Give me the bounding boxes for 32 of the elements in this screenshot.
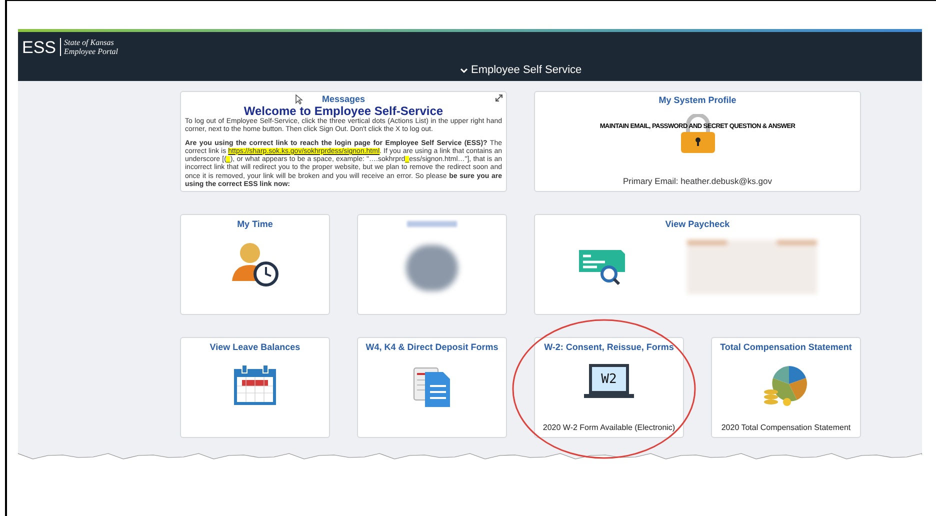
primary-email: Primary Email: heather.debusk@ks.gov xyxy=(623,175,772,188)
messages-heading: Welcome to Employee Self-Service xyxy=(244,105,444,118)
app-tile[interactable]: My Time xyxy=(180,214,330,315)
messages-tile[interactable] xyxy=(180,91,507,192)
logo-text: ESS xyxy=(22,38,56,56)
blurred-image xyxy=(406,245,458,291)
cursor-icon xyxy=(295,94,303,105)
nav-dropdown[interactable]: Employee Self Service xyxy=(460,65,582,76)
person-clock-icon xyxy=(230,241,280,287)
app-tile[interactable]: W4, K4 & Direct Deposit Forms xyxy=(357,337,507,438)
tile-footer: 2020 Total Compensation Statement xyxy=(721,422,851,434)
tile-title: Total Compensation Statement xyxy=(720,342,852,353)
blurred-title xyxy=(407,221,457,227)
expand-icon[interactable] xyxy=(495,94,503,102)
check-magnifier-icon xyxy=(578,248,626,286)
tile-title: W-2: Consent, Reissue, Forms xyxy=(544,342,674,353)
blurred-tile[interactable] xyxy=(357,214,507,315)
app-tile[interactable]: View Leave Balances xyxy=(180,337,330,438)
tile-title: View Paycheck xyxy=(665,219,730,230)
calendar-icon xyxy=(233,364,277,406)
tile-title: W4, K4 & Direct Deposit Forms xyxy=(366,342,498,353)
app-tile[interactable]: W-2: Consent, Reissue, Forms W2 2020 W-2 Form Available (Electronic) xyxy=(534,337,684,438)
app-tile[interactable]: Total Compensation Statement 2020 Total Compensation Statement xyxy=(711,337,861,438)
org-name: State of Kansas xyxy=(64,38,115,47)
tile-title: Messages xyxy=(322,94,366,105)
tile-title: My System Profile xyxy=(658,95,736,106)
tile-footer: 2020 W-2 Form Available (Electronic) xyxy=(542,422,676,434)
tile-title: My Time xyxy=(237,219,273,230)
tile-title: View Leave Balances xyxy=(210,342,300,353)
chevron-down-icon xyxy=(460,68,468,74)
paycheck-tile[interactable]: View Paycheck xyxy=(534,214,861,315)
portal-name: Employee Portal xyxy=(64,47,118,56)
